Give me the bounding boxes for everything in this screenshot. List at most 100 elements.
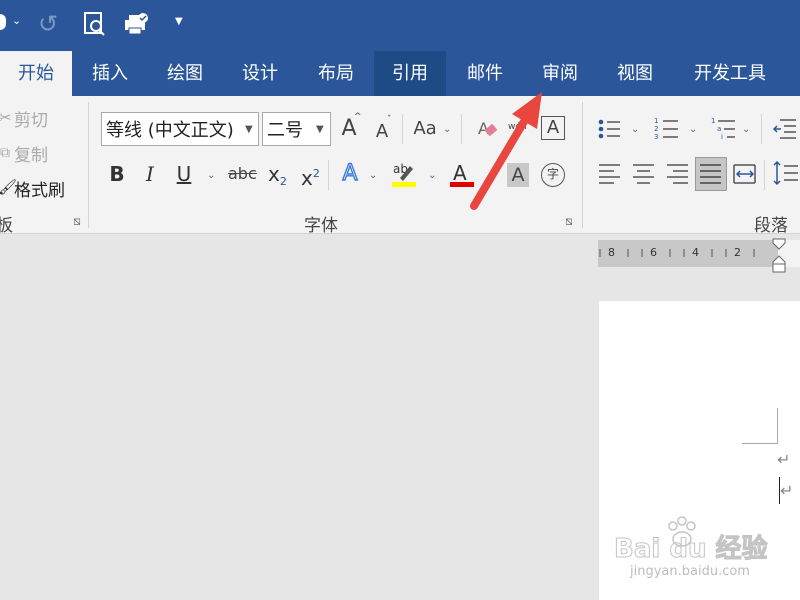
line-spacing-icon[interactable]: [772, 160, 800, 192]
highlight-icon[interactable]: ab: [392, 160, 418, 192]
strikethrough-button[interactable]: abc: [228, 162, 257, 186]
highlight-dropdown-icon[interactable]: ⌄: [428, 170, 436, 181]
align-center-icon[interactable]: [632, 163, 656, 189]
bold-button[interactable]: B: [107, 162, 127, 186]
save-icon[interactable]: [0, 14, 6, 30]
change-case-dropdown-icon[interactable]: ⌄: [443, 124, 451, 135]
tab-references[interactable]: 引用: [374, 51, 446, 96]
redo-icon[interactable]: ↺: [38, 10, 58, 38]
tab-draw[interactable]: 绘图: [148, 51, 222, 96]
scissors-icon: ✂: [0, 108, 12, 127]
superscript-button[interactable]: x2: [301, 162, 320, 190]
divider: [328, 160, 329, 190]
quick-print-icon[interactable]: [124, 12, 150, 40]
font-color-swatch: [450, 182, 474, 187]
tab-developer[interactable]: 开发工具: [674, 51, 786, 96]
copy-button[interactable]: 复制: [14, 141, 48, 166]
svg-text:a: a: [717, 125, 721, 133]
character-border-icon[interactable]: A: [541, 116, 565, 140]
font-name-value: 等线 (中文正文): [106, 120, 234, 141]
tab-mailings[interactable]: 邮件: [446, 51, 524, 96]
superscript-digit: 2: [312, 167, 320, 180]
svg-text:2: 2: [654, 125, 658, 133]
ruler-mark: 6: [650, 246, 657, 259]
align-left-icon[interactable]: [598, 163, 622, 189]
clipboard-group-label: 板: [0, 216, 13, 236]
font-size-value: 二号: [267, 120, 303, 141]
cut-button[interactable]: 剪切: [14, 106, 48, 131]
divider: [461, 114, 462, 144]
enclose-characters-glyph: 字: [546, 167, 559, 181]
customize-icon[interactable]: ▼: [175, 16, 183, 27]
tab-layout[interactable]: 布局: [298, 51, 374, 96]
clear-formatting-icon[interactable]: A: [476, 118, 498, 144]
divider: [402, 114, 403, 144]
tab-insert[interactable]: 插入: [72, 51, 148, 96]
svg-text:1: 1: [654, 117, 658, 125]
phonetic-guide-text: wén: [508, 122, 527, 132]
enclose-characters-icon[interactable]: 字: [541, 163, 565, 187]
change-case-icon[interactable]: Aa: [410, 117, 440, 141]
margin-corner-mark: [742, 408, 778, 444]
font-launcher-icon[interactable]: ⧅: [562, 214, 576, 228]
numbering-icon[interactable]: 123: [654, 116, 680, 144]
tab-review[interactable]: 审阅: [524, 51, 596, 96]
font-name-combobox[interactable]: 等线 (中文正文): [101, 112, 259, 146]
subscript-button[interactable]: x2: [268, 162, 287, 194]
subscript-glyph: x: [268, 162, 280, 186]
numbering-dropdown-icon[interactable]: ⌄: [689, 124, 697, 135]
format-painter-button[interactable]: 格式刷: [14, 176, 65, 201]
print-preview-icon[interactable]: [84, 12, 106, 40]
quick-access-toolbar: ⌄ ↺ ▼: [0, 0, 800, 51]
copy-icon: ⧉: [0, 145, 10, 161]
decrease-indent-icon[interactable]: [772, 117, 798, 143]
font-group-label: 字体: [304, 216, 338, 236]
shrink-font-caret-icon: ˇ: [387, 115, 392, 125]
undo-dropdown-icon[interactable]: ⌄: [12, 14, 21, 27]
divider: [761, 114, 762, 144]
paragraph-mark-icon: ↵: [780, 481, 794, 500]
paw-icon: [664, 514, 700, 554]
underline-dropdown-icon[interactable]: ⌄: [207, 170, 215, 181]
distributed-icon[interactable]: [733, 163, 757, 189]
superscript-glyph: x: [301, 166, 313, 190]
font-color-icon[interactable]: A: [450, 160, 474, 188]
ruler-mark: 2: [734, 246, 741, 259]
svg-text:1: 1: [711, 117, 715, 125]
svg-text:i: i: [721, 133, 723, 141]
grow-font-caret-icon: ^: [354, 112, 362, 122]
bullets-icon[interactable]: [598, 118, 622, 144]
divider: [582, 102, 583, 228]
subscript-digit: 2: [279, 175, 287, 188]
vertical-ruler[interactable]: 8 6 4 2: [598, 240, 800, 267]
font-name-dropdown-icon[interactable]: ▼: [245, 124, 253, 135]
paragraph-mark-icon: ↵: [777, 450, 791, 469]
font-size-dropdown-icon[interactable]: ▼: [316, 124, 324, 135]
svg-text:3: 3: [654, 133, 658, 141]
clipboard-launcher-icon[interactable]: ⧅: [70, 214, 84, 228]
divider: [764, 160, 765, 190]
watermark-url: jingyan.baidu.com: [630, 564, 750, 579]
ruler-mark: 4: [692, 246, 699, 259]
tab-view[interactable]: 视图: [596, 51, 674, 96]
tab-home[interactable]: 开始: [0, 51, 72, 96]
underline-button[interactable]: U: [173, 162, 195, 186]
character-shading-icon[interactable]: A: [507, 163, 529, 187]
text-effects-icon[interactable]: A: [338, 161, 362, 186]
tab-design[interactable]: 设计: [222, 51, 298, 96]
format-painter-icon: 🖌: [0, 178, 18, 196]
align-right-icon[interactable]: [666, 163, 690, 189]
multilevel-list-icon[interactable]: 1ai: [711, 116, 737, 144]
phonetic-guide-icon[interactable]: wén: [508, 114, 527, 133]
divider: [88, 102, 89, 228]
text-effects-dropdown-icon[interactable]: ⌄: [369, 170, 377, 181]
italic-button[interactable]: I: [141, 162, 159, 186]
bullets-dropdown-icon[interactable]: ⌄: [631, 124, 639, 135]
paragraph-group-label: 段落: [754, 216, 788, 236]
ruler-mark: 8: [608, 246, 615, 259]
font-color-dropdown-icon[interactable]: ⌄: [485, 170, 493, 181]
indent-marker-icon[interactable]: [772, 238, 786, 278]
multilevel-list-dropdown-icon[interactable]: ⌄: [742, 124, 750, 135]
justify-icon[interactable]: [695, 157, 727, 191]
character-border-glyph: A: [546, 117, 560, 138]
